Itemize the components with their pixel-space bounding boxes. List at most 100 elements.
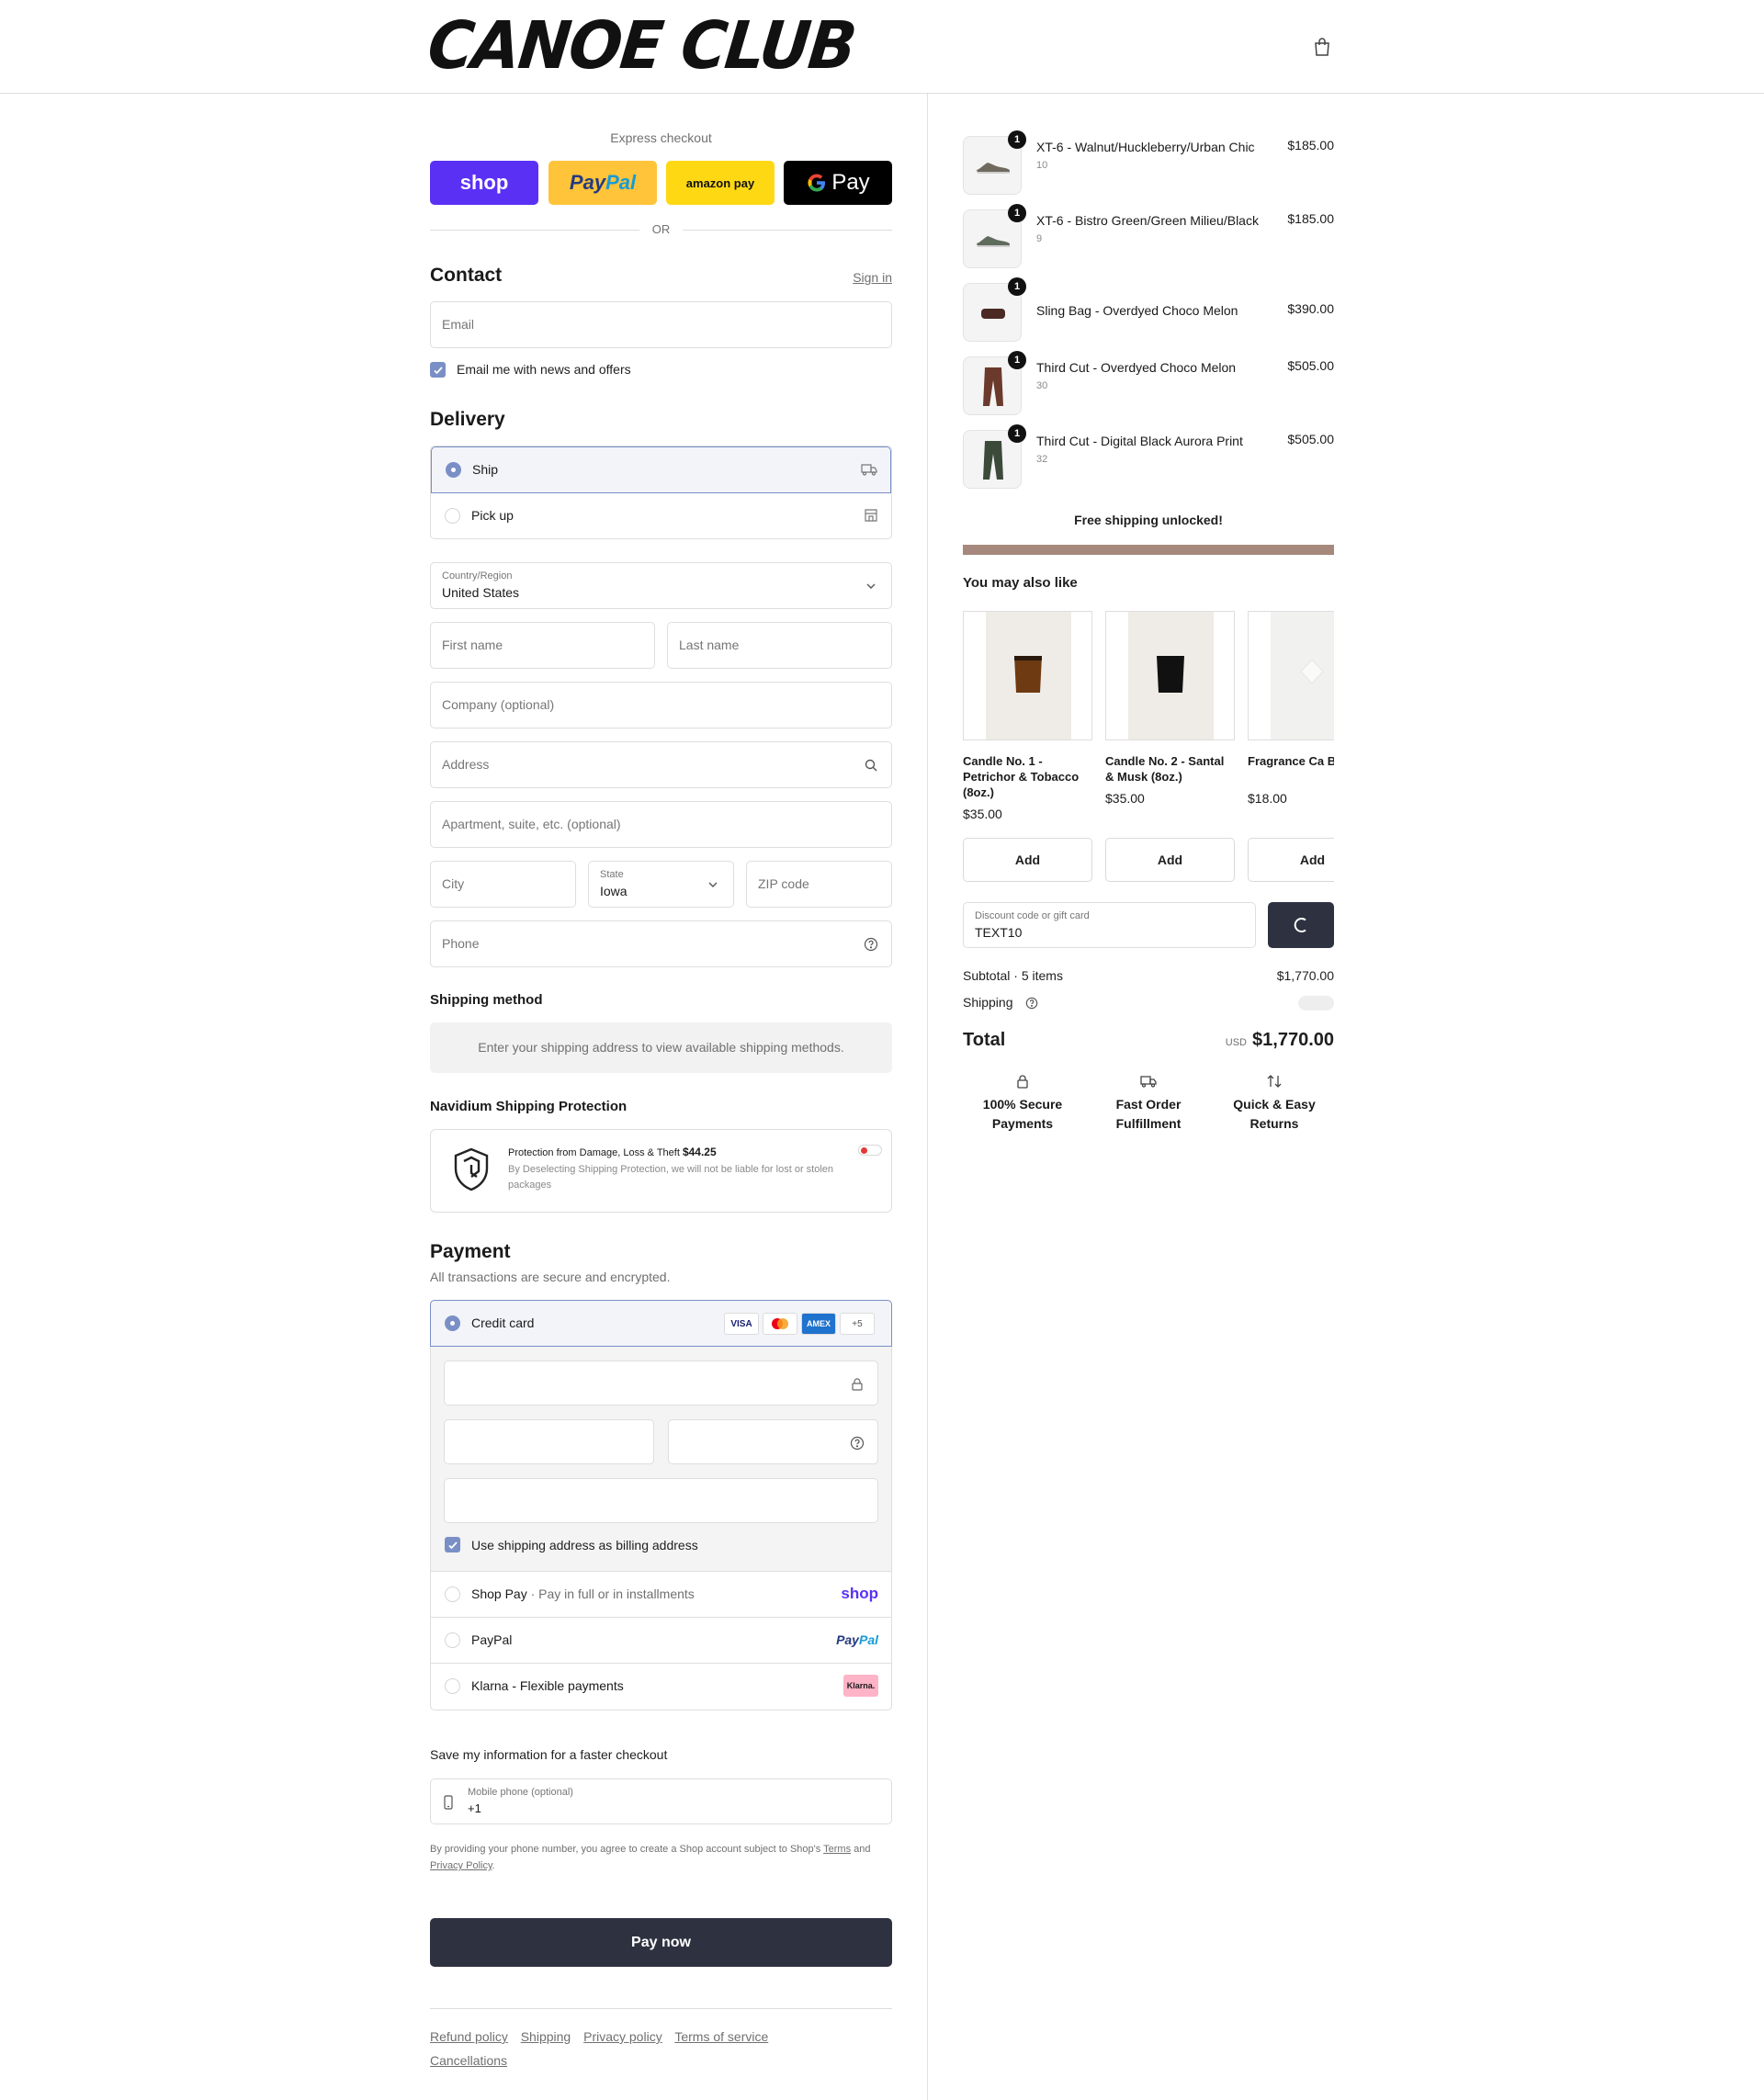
credit-card-label: Credit card: [471, 1315, 535, 1330]
protection-price: $44.25: [682, 1146, 717, 1158]
free-shipping-progress-bar: [963, 545, 1334, 555]
paypal-option[interactable]: PayPal PayPal: [431, 1617, 891, 1663]
or-text: OR: [651, 222, 671, 236]
cart-item: 1 Third Cut - Digital Black Aurora Print…: [963, 424, 1334, 491]
address-placeholder: Address: [442, 757, 490, 772]
country-select[interactable]: Country/Region United States: [430, 562, 892, 609]
first-name-field[interactable]: First name: [430, 622, 655, 669]
brand-logo[interactable]: CANOE CLUB: [424, 8, 859, 85]
klarna-option[interactable]: Klarna - Flexible payments Klarna.: [431, 1663, 891, 1709]
newsletter-checkbox[interactable]: [430, 362, 446, 378]
shopping-bag-icon[interactable]: [1312, 37, 1332, 57]
sign-in-link[interactable]: Sign in: [853, 270, 892, 285]
apartment-field[interactable]: Apartment, suite, etc. (optional): [430, 801, 892, 848]
last-name-placeholder: Last name: [679, 638, 740, 652]
item-name-block: Third Cut - Overdyed Choco Melon 30: [1036, 358, 1261, 394]
protection-heading: Navidium Shipping Protection: [430, 1099, 628, 1114]
total-amount: USD $1,770.00: [1226, 1030, 1334, 1051]
recommendation-image[interactable]: [1248, 611, 1334, 740]
cart-item: 1 XT-6 - Bistro Green/Green Milieu/Black…: [963, 204, 1334, 270]
trust-features: 100% Secure Payments Fast Order Fulfillmen…: [963, 1073, 1334, 1146]
item-variant: 9: [1036, 233, 1043, 244]
name-on-card-field[interactable]: [444, 1478, 878, 1523]
help-circle-icon[interactable]: [864, 937, 878, 952]
terms-link[interactable]: Terms: [823, 1844, 851, 1855]
address-field[interactable]: Address: [430, 741, 892, 788]
add-recommendation-button[interactable]: Add: [1248, 838, 1334, 882]
item-quantity-badge: 1: [1008, 130, 1026, 149]
protection-toggle[interactable]: [858, 1145, 882, 1156]
credit-card-radio[interactable]: [445, 1315, 460, 1331]
apply-discount-button[interactable]: [1268, 902, 1334, 948]
amazon-pay-express-button[interactable]: amazon pay: [666, 161, 775, 205]
pickup-label: Pick up: [471, 508, 514, 523]
shipping-method-info: Enter your shipping address to view avai…: [430, 1022, 892, 1073]
recommendation-price: $35.00: [1105, 791, 1145, 806]
email-field[interactable]: Email: [430, 301, 892, 348]
security-code-field[interactable]: [668, 1419, 878, 1464]
newsletter-label: Email me with news and offers: [457, 362, 631, 377]
store-icon: [865, 509, 877, 522]
free-shipping-progress-fill: [963, 545, 1334, 555]
recommendation-image[interactable]: [1105, 611, 1235, 740]
shipping-policy-link[interactable]: Shipping: [521, 2029, 571, 2044]
item-name: Sling Bag - Overdyed Choco Melon: [1036, 303, 1238, 318]
last-name-field[interactable]: Last name: [667, 622, 892, 669]
item-variant: 32: [1036, 454, 1048, 465]
state-label: State: [600, 869, 624, 880]
add-recommendation-button[interactable]: Add: [1105, 838, 1235, 882]
protection-box: Protection from Damage, Loss & Theft $44…: [430, 1129, 892, 1213]
shop-pay-radio[interactable]: [445, 1586, 460, 1602]
zip-field[interactable]: ZIP code: [746, 861, 892, 908]
payment-subtitle: All transactions are secure and encrypte…: [430, 1270, 671, 1284]
expiry-field[interactable]: [444, 1419, 654, 1464]
refund-policy-link[interactable]: Refund policy: [430, 2029, 508, 2044]
google-g-icon: [808, 174, 826, 192]
klarna-radio[interactable]: [445, 1678, 460, 1694]
company-field[interactable]: Company (optional): [430, 682, 892, 728]
item-name-block: Sling Bag - Overdyed Choco Melon: [1036, 301, 1261, 321]
visa-icon: VISA: [724, 1313, 759, 1335]
state-select[interactable]: State Iowa: [588, 861, 734, 908]
column-divider: [927, 94, 928, 2100]
ship-radio[interactable]: [446, 462, 461, 478]
mobile-phone-field[interactable]: Mobile phone (optional) +1: [430, 1778, 892, 1824]
card-number-field[interactable]: [444, 1360, 878, 1406]
protection-headline: Protection from Damage, Loss & Theft: [508, 1147, 680, 1158]
terms-of-service-link[interactable]: Terms of service: [674, 2029, 768, 2044]
country-label: Country/Region: [442, 570, 513, 581]
city-placeholder: City: [442, 876, 465, 891]
delivery-heading: Delivery: [430, 409, 505, 430]
pay-now-button[interactable]: Pay now: [430, 1918, 892, 1967]
paypal-radio[interactable]: [445, 1632, 460, 1648]
shop-pay-express-button[interactable]: shop: [430, 161, 538, 205]
help-circle-icon[interactable]: [1025, 997, 1038, 1010]
footer-links: Refund policy Shipping Privacy policy Te…: [430, 2025, 892, 2072]
cart-item: 1 XT-6 - Walnut/Huckleberry/Urban Chic 10…: [963, 130, 1334, 197]
pickup-radio[interactable]: [445, 508, 460, 524]
discount-code-field[interactable]: Discount code or gift card TEXT10: [963, 902, 1256, 948]
cancellations-link[interactable]: Cancellations: [430, 2053, 507, 2068]
fragrance-image: [1300, 659, 1324, 684]
country-value: United States: [442, 585, 520, 600]
shop-pay-option[interactable]: Shop Pay · Pay in full or in installment…: [431, 1571, 891, 1617]
pickup-option[interactable]: Pick up: [431, 493, 891, 538]
recommendation-image[interactable]: [963, 611, 1092, 740]
billing-same-checkbox[interactable]: [445, 1537, 460, 1552]
phone-field[interactable]: Phone: [430, 920, 892, 967]
credit-card-option[interactable]: Credit card VISA AMEX +5: [430, 1300, 892, 1347]
privacy-policy-footer-link[interactable]: Privacy policy: [583, 2029, 662, 2044]
add-recommendation-button[interactable]: Add: [963, 838, 1092, 882]
recommendation-name: Candle No. 1 - Petrichor & Tobacco (8oz.…: [963, 754, 1080, 799]
chevron-down-icon: [708, 882, 718, 887]
easy-returns-feature: Quick & Easy Returns: [1215, 1073, 1334, 1134]
ship-option[interactable]: Ship: [431, 446, 891, 493]
protection-headline-row: Protection from Damage, Loss & Theft $44…: [508, 1146, 717, 1158]
help-circle-icon[interactable]: [850, 1436, 865, 1451]
search-icon: [865, 759, 877, 772]
google-pay-express-button[interactable]: Pay: [784, 161, 892, 205]
paypal-express-button[interactable]: Pay Pal: [548, 161, 657, 205]
privacy-policy-link[interactable]: Privacy Policy: [430, 1860, 492, 1871]
candle-image: [1014, 656, 1042, 693]
city-field[interactable]: City: [430, 861, 576, 908]
